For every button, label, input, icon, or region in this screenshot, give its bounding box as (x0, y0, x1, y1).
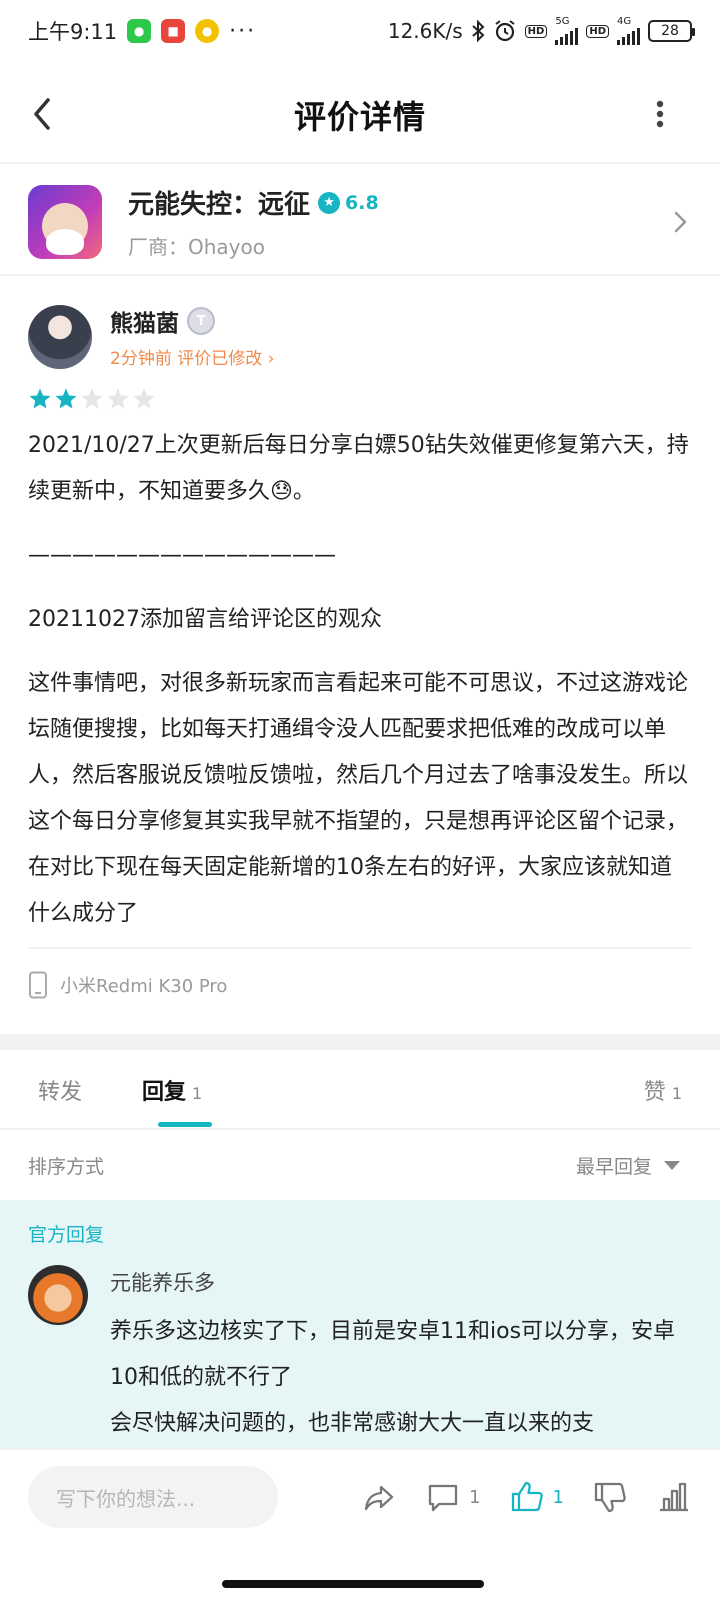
sort-label: 排序方式 (28, 1155, 105, 1178)
section-separator (0, 1034, 720, 1050)
alarm-icon (495, 20, 515, 42)
bar-chart-icon (660, 1482, 688, 1512)
status-time: 上午9:11 (28, 20, 118, 44)
tab-forward[interactable]: 转发 (38, 1074, 82, 1106)
bluetooth-icon (471, 20, 485, 42)
tab-reply-count: 1 (192, 1084, 203, 1103)
game-icon (28, 185, 102, 259)
official-reply: 官方回复 元能养乐多 养乐多这边核实了下，目前是安卓11和ios可以分享，安卓1… (0, 1200, 720, 1448)
signal-5g-icon: 5G (555, 16, 579, 45)
comment-bubble-icon (428, 1484, 458, 1512)
net-speed: 12.6K/s (387, 19, 463, 43)
user-avatar[interactable] (28, 304, 92, 369)
comment-input[interactable]: 写下你的想法... (28, 1466, 278, 1528)
game-vendor: 厂商：Ohayoo (128, 235, 265, 259)
game-name: 元能失控：远征 (128, 190, 311, 220)
star-rating (28, 387, 692, 411)
star-filled-icon (29, 388, 51, 409)
back-arrow-icon[interactable] (28, 94, 56, 134)
rating-star-badge-icon: ★ (318, 191, 341, 214)
top-app-bar: 评价详情 (0, 70, 720, 160)
share-button[interactable] (361, 1479, 397, 1515)
review-time-edited: 2分钟前 评价已修改 (110, 349, 263, 369)
notification-icons: ● ■ ● ··· (127, 19, 256, 44)
active-tab-indicator (158, 1122, 212, 1127)
review-content: 2021/10/27上次更新后每日分享白嫖50钻失效催更修复第六天，持续更新中，… (28, 423, 692, 937)
official-reply-title: 官方回复 (28, 1224, 105, 1246)
home-indicator[interactable] (222, 1580, 484, 1588)
thumbs-down-icon (594, 1482, 626, 1513)
comment-button[interactable]: 1 (425, 1479, 481, 1515)
signal-4g-icon: 4G (617, 17, 640, 45)
review-paragraph: 这件事情吧，对很多新玩家而言看起来可能不可思议，不过这游戏论坛随便搜搜，比如每天… (28, 671, 689, 926)
review-block: 熊猫菌 T 2分钟前 评价已修改 › 2021/10/27上次更新后每日分享白嫖… (0, 282, 720, 1021)
device-name: 小米Redmi K30 Pro (60, 976, 228, 997)
battery-icon: 28 (648, 20, 695, 42)
star-empty-icon (81, 388, 103, 409)
reply-text: 养乐多这边核实了下，目前是安卓11和ios可以分享，安卓10和低的就不行了 会尽… (110, 1309, 692, 1447)
divider (0, 162, 720, 164)
tab-like-count: 1 (671, 1084, 682, 1103)
dislike-button[interactable] (592, 1479, 628, 1515)
net2-label: 4G (617, 16, 632, 27)
review-paragraph: 20211027添加留言给评论区的观众 (28, 607, 382, 632)
app-notification-icon: ■ (161, 19, 186, 43)
comment-placeholder: 写下你的想法... (56, 1486, 196, 1511)
reply-author[interactable]: 元能养乐多 (110, 1267, 692, 1297)
status-bar: 上午9:11 ● ■ ● ··· 12.6K/s HD 5G HD 4G 28 (0, 0, 720, 62)
game-score: ★ 6.8 (318, 191, 379, 214)
system-icons: 12.6K/s HD 5G HD 4G 28 (387, 16, 695, 45)
tab-like-label: 赞 (643, 1080, 666, 1105)
tab-reply-label: 回复 (142, 1080, 187, 1105)
app-notification-icon-2: ● (195, 19, 220, 43)
hd-icon-2: HD (586, 24, 609, 38)
phone-icon (29, 971, 47, 999)
more-options-icon[interactable] (656, 100, 664, 128)
thumbs-up-icon (511, 1481, 543, 1512)
game-score-value: 6.8 (345, 191, 379, 214)
tab-reply[interactable]: 回复 1 (142, 1074, 202, 1106)
dropdown-arrow-icon (664, 1160, 680, 1170)
like-count: 1 (552, 1486, 564, 1508)
reply-tabs: 转发 回复 1 赞1 (0, 1052, 720, 1128)
hd-icon: HD (524, 24, 548, 38)
review-divider-text: —————————————— (28, 543, 336, 568)
reply-text-line: 会尽快解决问题的，也非常感谢大大一直以来的支 (110, 1411, 595, 1436)
comment-count: 1 (469, 1486, 481, 1508)
reply-avatar[interactable] (28, 1265, 88, 1325)
sort-value: 最早回复 (575, 1155, 652, 1178)
level-badge-icon: T (187, 307, 215, 335)
stats-button[interactable] (656, 1479, 692, 1515)
more-notifications-icon: ··· (229, 18, 257, 44)
sort-dropdown[interactable]: 最早回复 (576, 1152, 692, 1179)
device-info: 小米Redmi K30 Pro (28, 947, 692, 1021)
game-card[interactable]: 元能失控：远征 ★ 6.8 厂商：Ohayoo (0, 166, 720, 278)
like-button[interactable]: 1 (509, 1479, 564, 1515)
tab-forward-label: 转发 (38, 1080, 83, 1105)
chevron-right-icon (674, 211, 687, 233)
divider (0, 274, 720, 276)
reply-item[interactable]: 元能养乐多 养乐多这边核实了下，目前是安卓11和ios可以分享，安卓10和低的就… (28, 1265, 692, 1447)
wechat-icon: ● (127, 19, 152, 43)
sort-row: 排序方式 最早回复 (0, 1128, 720, 1200)
tab-like[interactable]: 赞1 (644, 1074, 682, 1106)
star-empty-icon (107, 388, 129, 409)
bottom-action-bar: 写下你的想法... 1 1 (0, 1448, 720, 1544)
star-filled-icon (55, 388, 77, 409)
username[interactable]: 熊猫菌 (110, 304, 179, 338)
net1-label: 5G (555, 16, 570, 27)
share-arrow-icon (364, 1485, 394, 1511)
star-empty-icon (133, 388, 155, 409)
review-meta[interactable]: 2分钟前 评价已修改 › (110, 344, 274, 369)
reply-text-line: 养乐多这边核实了下，目前是安卓11和ios可以分享，安卓10和低的就不行了 (110, 1319, 676, 1390)
battery-level: 28 (661, 23, 679, 39)
page-title: 评价详情 (293, 98, 426, 136)
review-paragraph: 2021/10/27上次更新后每日分享白嫖50钻失效催更修复第六天，持续更新中，… (28, 433, 689, 504)
